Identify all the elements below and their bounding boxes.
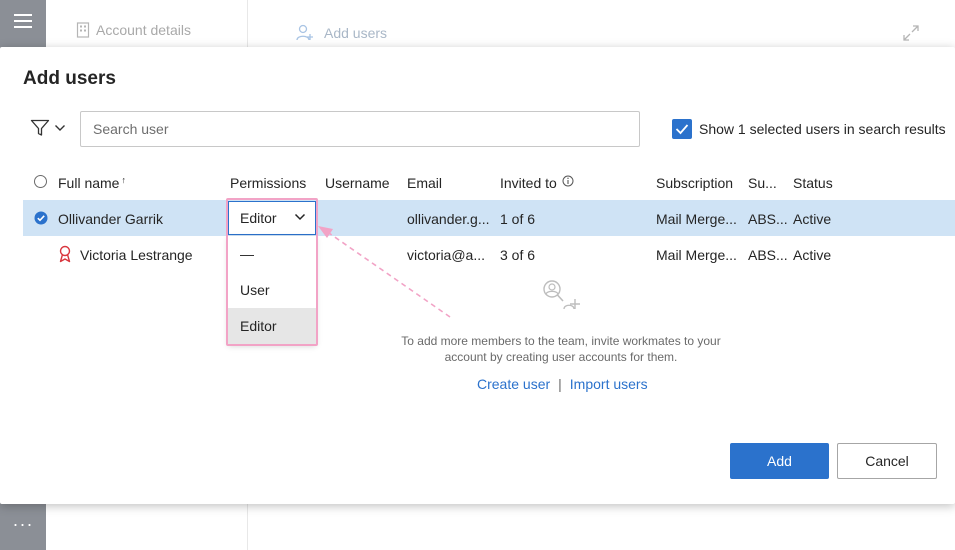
link-separator: | [558,376,562,392]
row-status: Active [793,211,832,227]
row-name: Ollivander Garrik [58,211,164,227]
show-selected-toggle[interactable]: Show 1 selected users in search results [672,119,946,139]
row-email: victoria@a... [407,247,486,263]
more-icon[interactable]: ··· [0,514,46,535]
chevron-down-icon [294,213,306,221]
column-permissions[interactable]: Permissions [230,175,306,191]
dialog-title: Add users [23,68,116,89]
row-subscription: Mail Merge... [656,247,737,263]
empty-state-text: To add more members to the team, invite … [401,334,721,364]
account-details-nav[interactable]: Account details [76,22,191,38]
cancel-button[interactable]: Cancel [837,443,937,479]
column-su[interactable]: Su... [748,175,777,191]
row-invited-to: 1 of 6 [500,211,536,227]
filter-button[interactable] [30,119,66,137]
search-user-add-icon [543,280,580,310]
show-selected-label: Show 1 selected users in search results [699,121,946,137]
permission-select-value: Editor [240,210,277,226]
add-users-dialog: Add users Show 1 selected users in searc… [0,47,955,504]
empty-state-links: Create user | Import users [477,376,648,392]
add-button[interactable]: Add [730,443,829,479]
column-username[interactable]: Username [325,175,390,191]
column-full-name[interactable]: Full name ↑ [58,175,126,191]
checkmark-icon [675,124,689,135]
building-icon [76,22,90,38]
show-selected-checkbox[interactable] [672,119,692,139]
account-details-label: Account details [96,22,191,38]
column-invited-to[interactable]: Invited to [500,175,574,191]
selected-check-icon[interactable] [34,211,48,225]
row-subscription: Mail Merge... [656,211,737,227]
row-name: Victoria Lestrange [80,247,193,263]
column-status[interactable]: Status [793,175,833,191]
permission-option-none[interactable]: — [228,236,316,272]
info-icon[interactable] [562,175,574,187]
filter-icon [30,119,50,136]
row-invited-to: 3 of 6 [500,247,536,263]
column-email[interactable]: Email [407,175,442,191]
permission-select[interactable]: Editor [228,201,316,235]
column-subscription[interactable]: Subscription [656,175,733,191]
permission-dropdown-list: — User Editor [228,236,316,344]
chevron-down-icon [55,125,65,131]
background-header: Account details Add users [0,0,955,48]
search-input[interactable] [80,111,640,147]
permission-option-editor[interactable]: Editor [228,308,316,344]
select-all-radio[interactable] [34,175,47,188]
add-user-icon [296,24,313,41]
user-award-icon [59,245,71,263]
row-email: ollivander.g... [407,211,490,227]
sort-asc-icon: ↑ [121,175,126,185]
add-users-label: Add users [324,25,388,41]
row-status: Active [793,247,832,263]
permission-option-user[interactable]: User [228,272,316,308]
create-user-link[interactable]: Create user [477,376,550,392]
row-su: ABS... [748,247,788,263]
expand-icon[interactable] [902,24,920,42]
import-users-link[interactable]: Import users [570,376,648,392]
add-users-nav[interactable]: Add users [296,24,387,42]
row-su: ABS... [748,211,788,227]
